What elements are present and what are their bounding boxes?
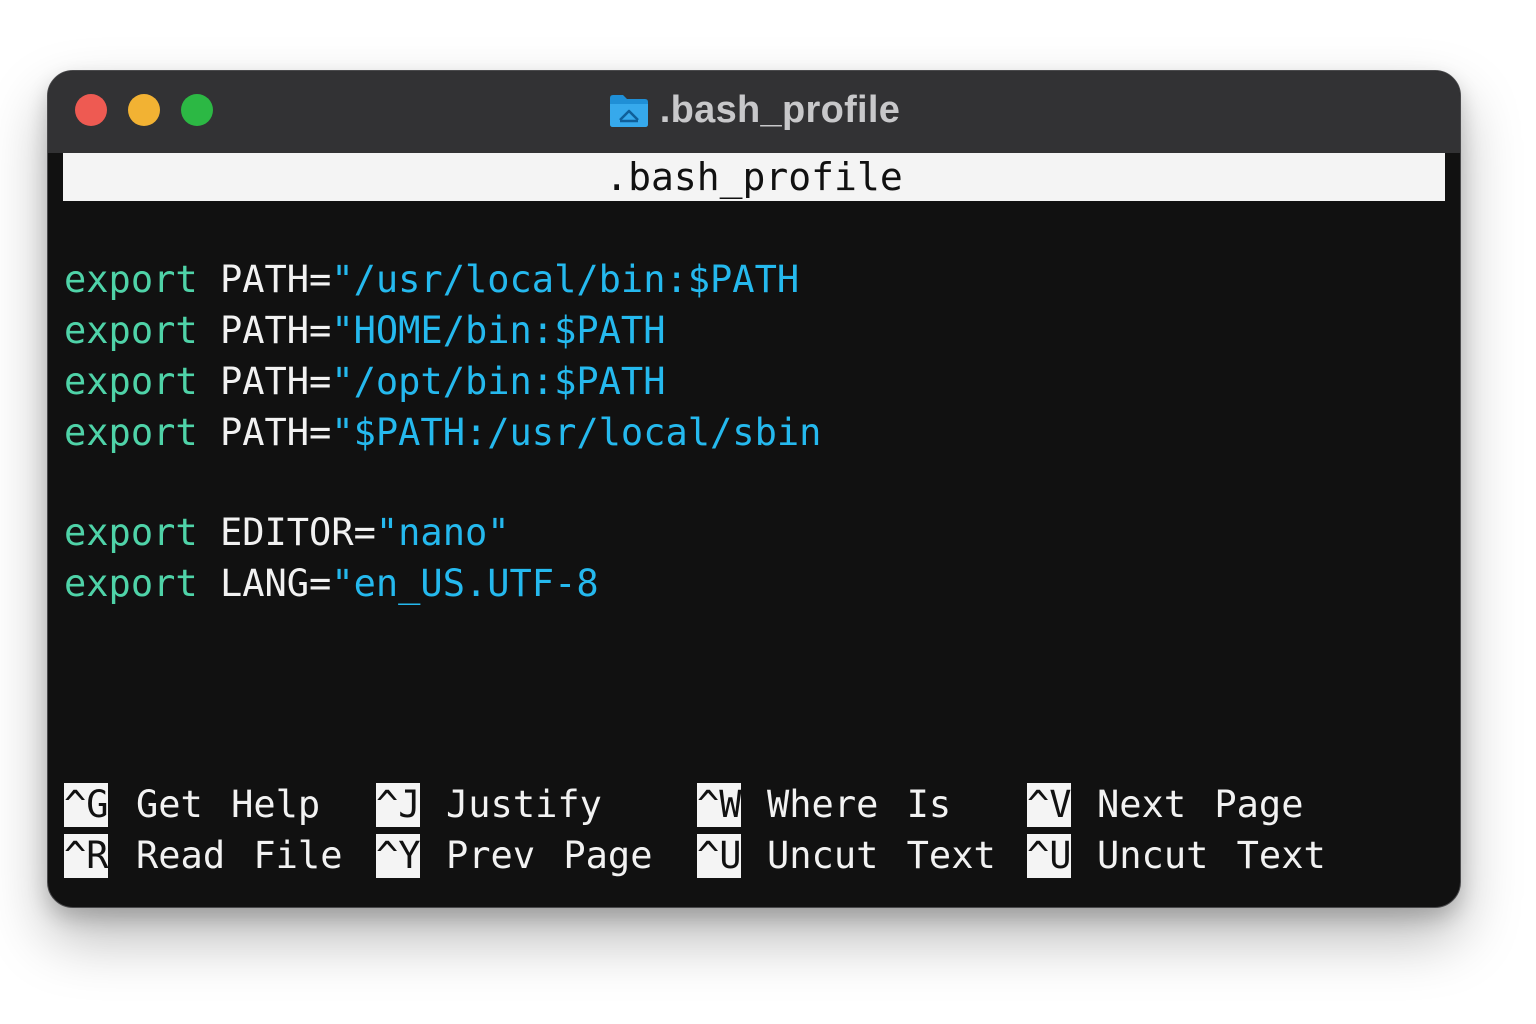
shortcut-prev-page[interactable]: ^Y Prev Page: [376, 834, 652, 878]
string-value: "HOME/bin:$PATH: [331, 309, 666, 352]
shortcut-label: Prev Page: [446, 834, 653, 877]
keyword: export: [64, 360, 198, 403]
shortcut-key: ^Y: [376, 834, 420, 878]
folder-icon: [609, 95, 648, 127]
shortcut-label: Where Is: [767, 783, 952, 826]
keyword: export: [64, 562, 198, 605]
shortcut-key: ^J: [376, 783, 420, 827]
code-line: export PATH="$PATH:/usr/local/sbin: [64, 411, 821, 455]
terminal-window: .bash_profile .bash_profile export PATH=…: [47, 70, 1461, 908]
variable: LANG=: [219, 562, 332, 605]
string-value: "/opt/bin:$PATH: [331, 360, 666, 403]
variable: PATH=: [219, 258, 332, 301]
shortcut-uncut-text[interactable]: ^U Uncut Text: [697, 834, 996, 878]
shortcut-next-page[interactable]: ^V Next Page: [1027, 783, 1303, 827]
code-line: export PATH="HOME/bin:$PATH: [64, 309, 665, 353]
shortcut-label: Justify: [446, 783, 602, 826]
string-value: "/usr/local/bin:$PATH: [331, 258, 800, 301]
shortcut-key: ^U: [1027, 834, 1071, 878]
variable: EDITOR=: [219, 511, 376, 554]
string-value: "$PATH:/usr/local/sbin: [331, 411, 822, 454]
string-value: "nano": [375, 511, 510, 554]
window-title-group: .bash_profile: [48, 85, 1460, 135]
shortcut-key: ^U: [697, 834, 741, 878]
variable: PATH=: [219, 411, 332, 454]
shortcut-label: Get Help: [136, 783, 321, 826]
shortcut-read-file[interactable]: ^R Read File: [64, 834, 342, 878]
variable: PATH=: [219, 309, 332, 352]
shortcut-uncut-text[interactable]: ^U Uncut Text: [1027, 834, 1326, 878]
nano-header-filename: .bash_profile: [63, 153, 1445, 201]
code-line: export PATH="/usr/local/bin:$PATH: [64, 258, 799, 302]
shortcut-justify[interactable]: ^J Justify: [376, 783, 602, 827]
shortcut-where-is[interactable]: ^W Where Is: [697, 783, 951, 827]
code-line: export EDITOR="nano": [64, 511, 510, 555]
shortcut-key: ^W: [697, 783, 741, 827]
code-line: export LANG="en_US.UTF-8: [64, 562, 599, 606]
keyword: export: [64, 411, 198, 454]
code-line: export PATH="/opt/bin:$PATH: [64, 360, 665, 404]
keyword: export: [64, 511, 198, 554]
shortcut-get-help[interactable]: ^G Get Help: [64, 783, 320, 827]
string-value: "en_US.UTF-8: [331, 562, 599, 605]
window-title: .bash_profile: [659, 88, 901, 131]
shortcut-key: ^R: [64, 834, 108, 878]
shortcut-label: Next Page: [1097, 783, 1304, 826]
shortcut-label: Uncut Text: [767, 834, 996, 877]
shortcut-label: Read File: [136, 834, 343, 877]
shortcut-key: ^G: [64, 783, 108, 827]
shortcut-key: ^V: [1027, 783, 1071, 827]
keyword: export: [64, 309, 198, 352]
window-titlebar[interactable]: .bash_profile: [48, 71, 1460, 153]
shortcut-bar: ^G Get Help ^J Justify ^W Where Is ^V Ne…: [48, 783, 1460, 893]
shortcut-label: Uncut Text: [1097, 834, 1326, 877]
keyword: export: [64, 258, 198, 301]
variable: PATH=: [219, 360, 332, 403]
